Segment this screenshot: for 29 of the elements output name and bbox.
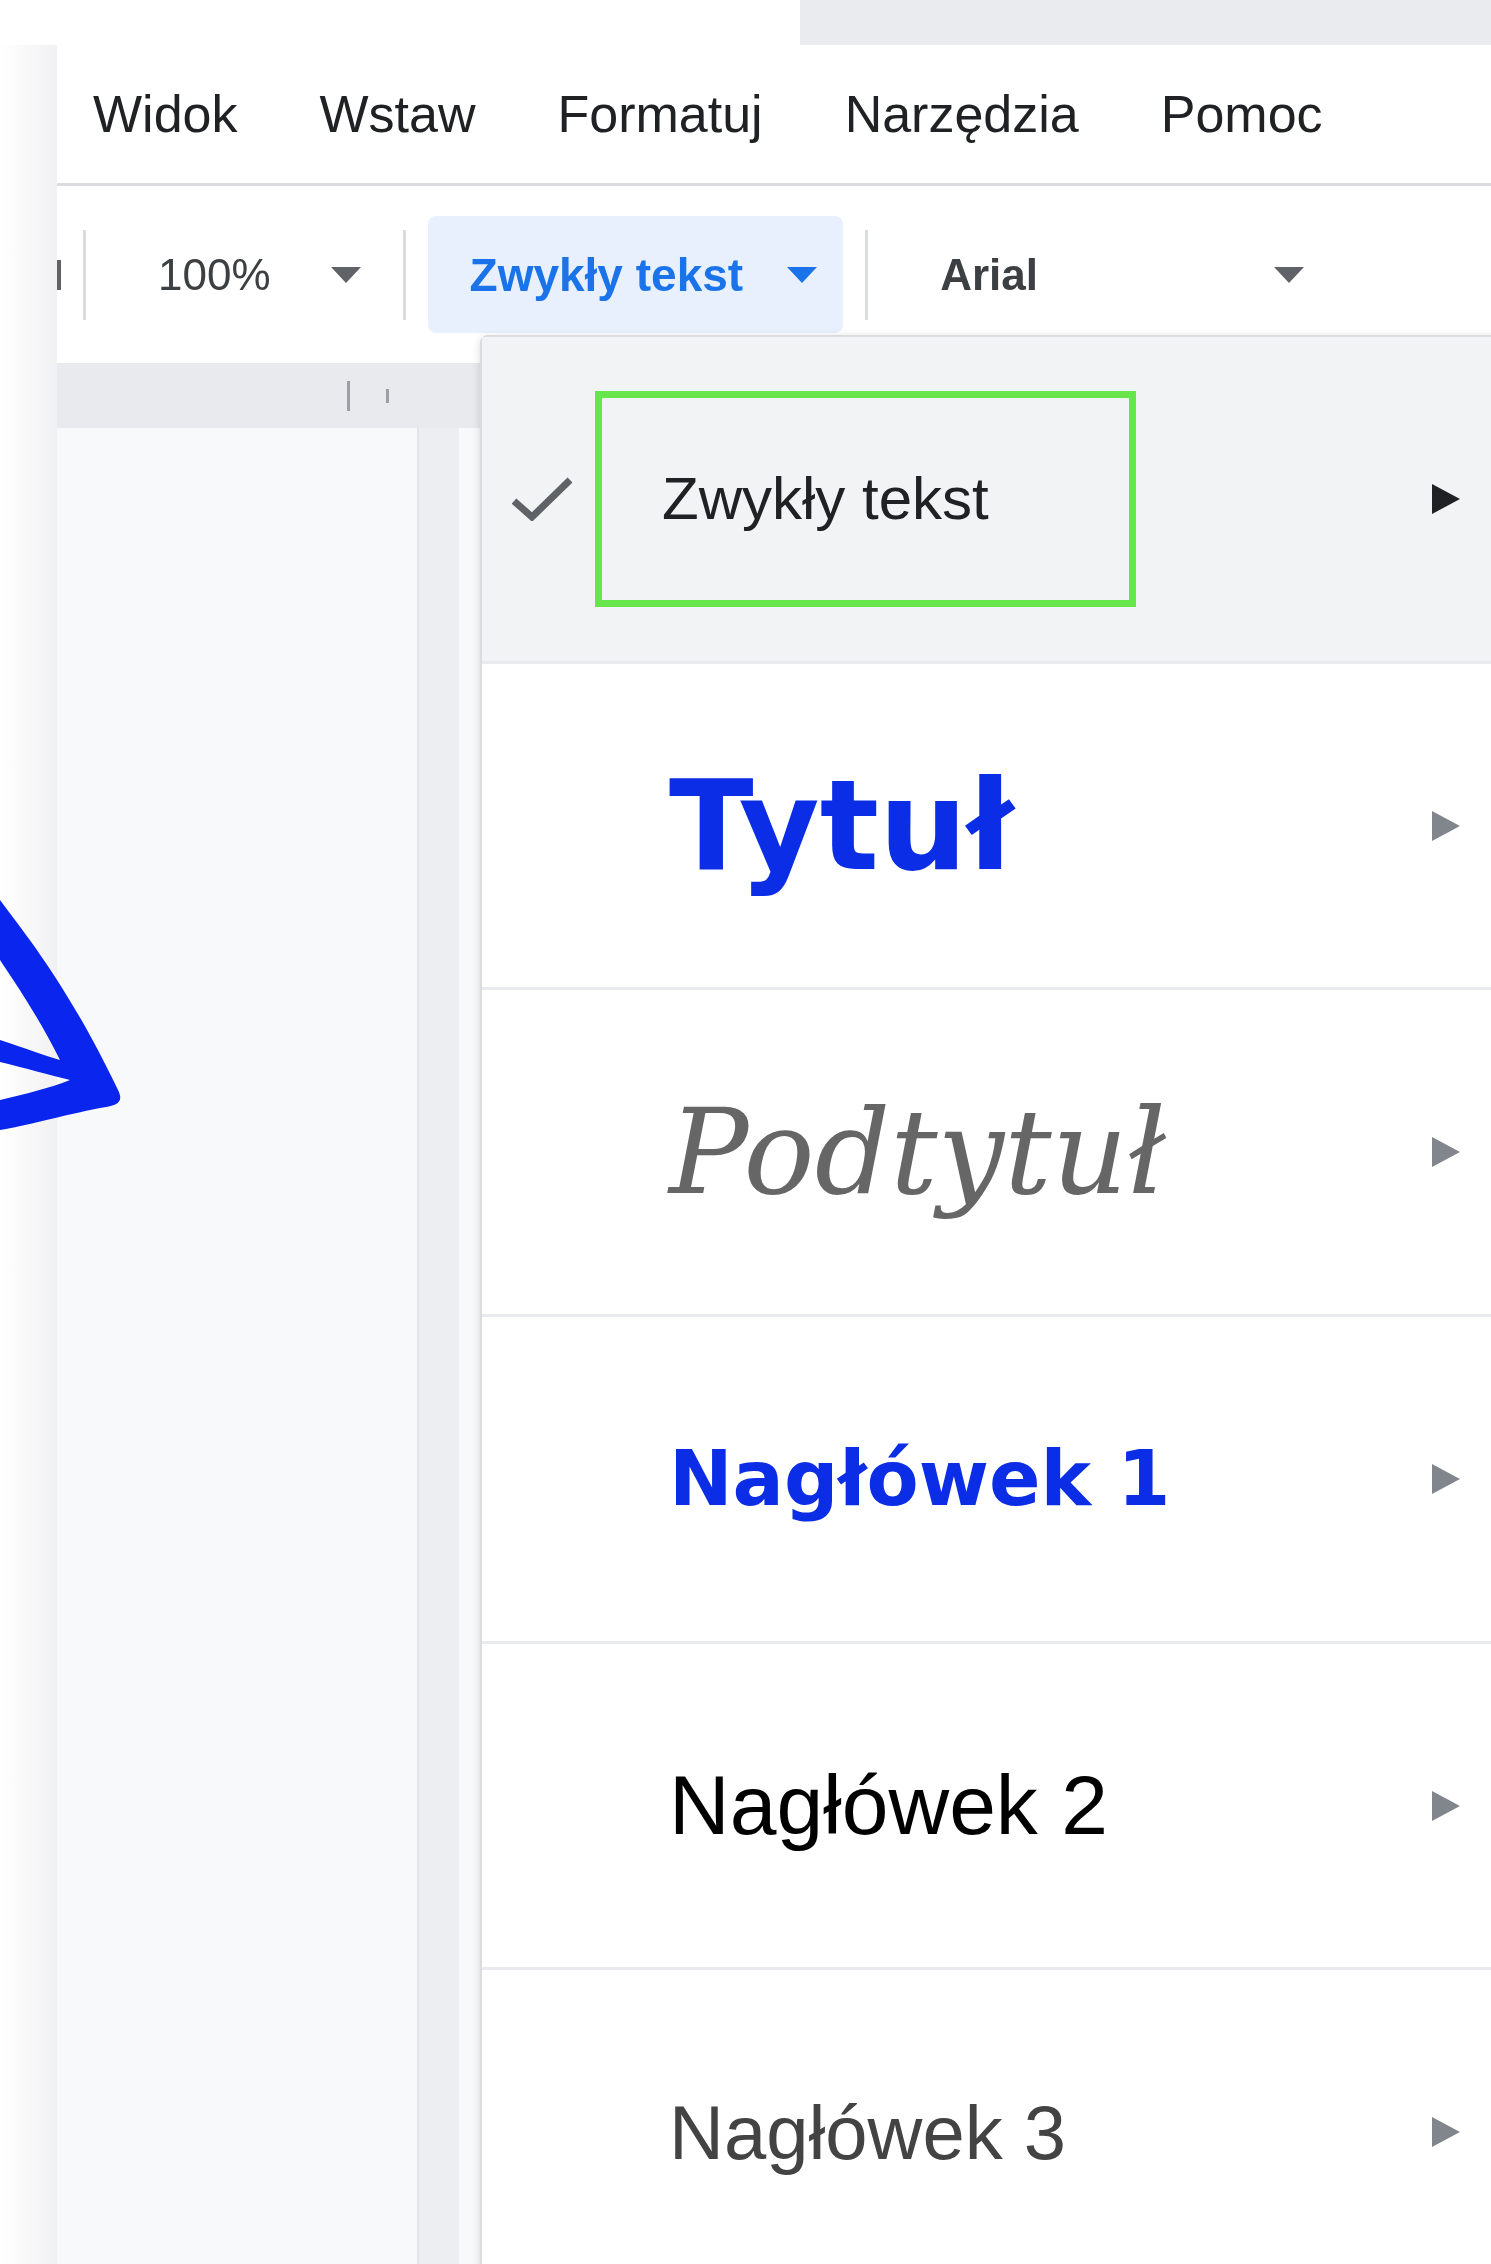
style-label: Nagłówek 1 xyxy=(668,1433,1172,1526)
menu-option[interactable]: Nagłówek 1 xyxy=(482,1317,1491,1644)
submenu-arrow-icon xyxy=(1432,1790,1460,1821)
menu-item[interactable]: Wstaw xyxy=(319,84,476,144)
menu-item[interactable]: Formatuj xyxy=(557,84,763,144)
menu-item[interactable]: Narzędzia xyxy=(844,84,1079,144)
submenu-arrow-icon xyxy=(1432,2117,1460,2148)
style-label: Tytuł xyxy=(668,752,1017,900)
submenu-arrow-icon xyxy=(1432,483,1460,514)
menu-option[interactable]: Nagłówek 2 xyxy=(482,1643,1491,1971)
style-dropdown[interactable]: Zwykły tekst xyxy=(427,216,844,333)
caret-icon xyxy=(330,266,361,283)
submenu-arrow-icon xyxy=(1432,810,1460,841)
style-label: Nagłówek 3 xyxy=(668,2088,1068,2177)
submenu-arrow-icon xyxy=(1432,1463,1460,1494)
menu-item[interactable]: Widok xyxy=(93,84,238,144)
caret-icon xyxy=(787,266,818,283)
style-label: Nagłówek 2 xyxy=(668,1757,1109,1854)
menu-option[interactable]: Podtytuł xyxy=(482,990,1491,1317)
zoom-dropdown[interactable]: 100% xyxy=(108,249,381,300)
style-label: Podtytuł xyxy=(666,1082,1167,1224)
menu-option[interactable]: Zwykły tekst xyxy=(482,337,1491,664)
style-label: Zwykły tekst xyxy=(595,390,1136,607)
font-dropdown[interactable]: Arial xyxy=(890,248,1311,301)
checkmark-icon xyxy=(512,476,572,521)
menu-option[interactable]: Tytuł xyxy=(482,663,1491,991)
submenu-arrow-icon xyxy=(1432,1137,1460,1168)
caret-icon xyxy=(1274,266,1305,283)
menu-item[interactable]: Pomoc xyxy=(1160,84,1323,144)
